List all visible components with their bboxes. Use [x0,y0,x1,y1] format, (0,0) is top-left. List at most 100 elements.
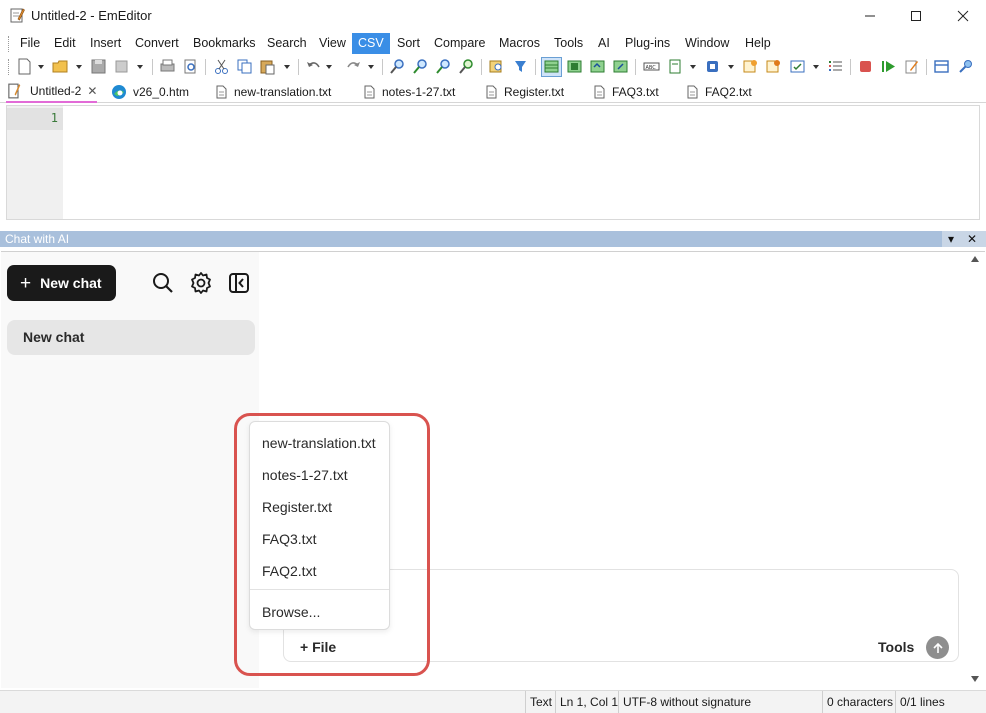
redo-icon[interactable] [345,58,362,75]
redo-dropdown-icon[interactable] [368,65,374,69]
menu-bar: File Edit Insert Convert Bookmarks Searc… [0,33,986,54]
status-encoding[interactable]: UTF-8 without signature [618,691,755,713]
find-next-icon[interactable] [412,58,429,75]
tab-label: FAQ2.txt [705,84,752,99]
menu-compare[interactable]: Compare [434,33,485,54]
window-layout-icon[interactable] [933,58,950,75]
scroll-down-arrow-icon[interactable] [971,676,979,682]
filter-icon[interactable] [512,58,529,75]
paste-dropdown-icon[interactable] [284,65,290,69]
text-document-icon [216,85,227,98]
collapse-sidebar-icon[interactable] [227,271,251,295]
find-icon[interactable] [389,58,406,75]
plugin-icon[interactable] [957,58,974,75]
settings-icon[interactable] [742,58,759,75]
scroll-up-arrow-icon[interactable] [971,256,979,262]
save-all-icon[interactable] [113,58,130,75]
find-previous-icon[interactable] [435,58,452,75]
menu-tools[interactable]: Tools [554,33,583,54]
tab-v26-0-htm[interactable]: v26_0.htm [111,80,189,103]
find-in-files-icon[interactable] [488,58,505,75]
customize-icon[interactable] [765,58,782,75]
plus-icon: + [20,272,32,294]
copy-icon[interactable] [236,58,253,75]
paste-icon[interactable] [259,58,276,75]
gear-icon[interactable] [189,271,213,295]
minimize-icon [865,15,875,16]
menu-plugins[interactable]: Plug-ins [625,33,670,54]
undo-dropdown-icon[interactable] [326,65,332,69]
print-preview-icon[interactable] [182,58,199,75]
menu-ai[interactable]: AI [598,33,610,54]
macro-dropdown-icon[interactable] [728,65,734,69]
menu-bookmarks[interactable]: Bookmarks [193,33,256,54]
text-editor[interactable]: 1 [6,105,980,220]
panel-close-icon[interactable]: ✕ [965,231,979,247]
stop-recording-icon[interactable] [857,58,874,75]
new-chat-button[interactable]: + New chat [7,265,116,301]
save-icon[interactable] [90,58,107,75]
window-title: Untitled-2 - EmEditor [31,8,152,23]
status-mode[interactable]: Text [525,691,556,713]
chat-history-item[interactable]: New chat [7,320,255,355]
new-chat-label: New chat [40,275,102,291]
tab-register[interactable]: Register.txt [486,80,564,103]
toolbar-separator [850,59,851,75]
replace-icon[interactable] [458,58,475,75]
menu-insert[interactable]: Insert [90,33,121,54]
open-folder-icon[interactable] [52,58,69,75]
close-icon [957,10,969,21]
status-bar: Text Ln 1, Col 1 UTF-8 without signature… [0,690,986,713]
svg-text:ABC: ABC [646,65,657,71]
csv-layout-icon[interactable] [543,58,560,75]
toolbar-separator [152,59,153,75]
csv-export-icon[interactable] [612,58,629,75]
menu-csv[interactable]: CSV [352,33,390,54]
menu-view[interactable]: View [319,33,346,54]
tab-new-translation[interactable]: new-translation.txt [216,80,331,103]
properties-dropdown-icon[interactable] [690,65,696,69]
csv-sync-icon[interactable] [589,58,606,75]
status-position[interactable]: Ln 1, Col 1 [555,691,622,713]
tab-label: Register.txt [504,84,565,99]
tools-button[interactable]: Tools [878,639,914,655]
save-dropdown-icon[interactable] [137,65,143,69]
tab-close-icon[interactable]: ✕ [87,84,97,98]
undo-icon[interactable] [305,58,322,75]
new-file-dropdown-icon[interactable] [38,65,44,69]
minimize-button[interactable] [847,0,893,31]
send-button[interactable] [926,636,949,659]
menu-sort[interactable]: Sort [397,33,420,54]
panel-options-icon[interactable]: ▾ [944,231,958,247]
document-properties-icon[interactable] [667,58,684,75]
menu-file[interactable]: File [20,33,40,54]
print-icon[interactable] [159,58,176,75]
cut-icon[interactable] [213,58,230,75]
open-dropdown-icon[interactable] [76,65,82,69]
tab-faq2[interactable]: FAQ2.txt [687,80,752,103]
tab-notes-1-27[interactable]: notes-1-27.txt [364,80,455,103]
chat-sidebar: + New chat New chat [1,252,259,688]
checkbox-dropdown-icon[interactable] [813,65,819,69]
menu-macros[interactable]: Macros [499,33,540,54]
spell-check-icon[interactable]: ABC [643,58,660,75]
close-button[interactable] [940,0,986,31]
tab-untitled-2[interactable]: Untitled-2 ✕ [6,80,98,103]
run-macro-icon[interactable] [880,58,897,75]
list-icon[interactable] [827,58,844,75]
document-tab-bar: Untitled-2 ✕ v26_0.htm new-translation.t… [0,80,986,103]
macro-icon[interactable] [704,58,721,75]
tab-label: notes-1-27.txt [382,84,456,99]
csv-column-icon[interactable] [566,58,583,75]
checkbox-list-icon[interactable] [789,58,806,75]
menu-edit[interactable]: Edit [54,33,76,54]
menu-search[interactable]: Search [267,33,307,54]
menu-help[interactable]: Help [745,33,771,54]
search-icon[interactable] [151,271,175,295]
tab-faq3[interactable]: FAQ3.txt [594,80,659,103]
menu-convert[interactable]: Convert [135,33,179,54]
edit-macro-icon[interactable] [903,58,920,75]
maximize-button[interactable] [893,0,939,31]
new-file-icon[interactable] [16,58,33,75]
menu-window[interactable]: Window [685,33,729,54]
